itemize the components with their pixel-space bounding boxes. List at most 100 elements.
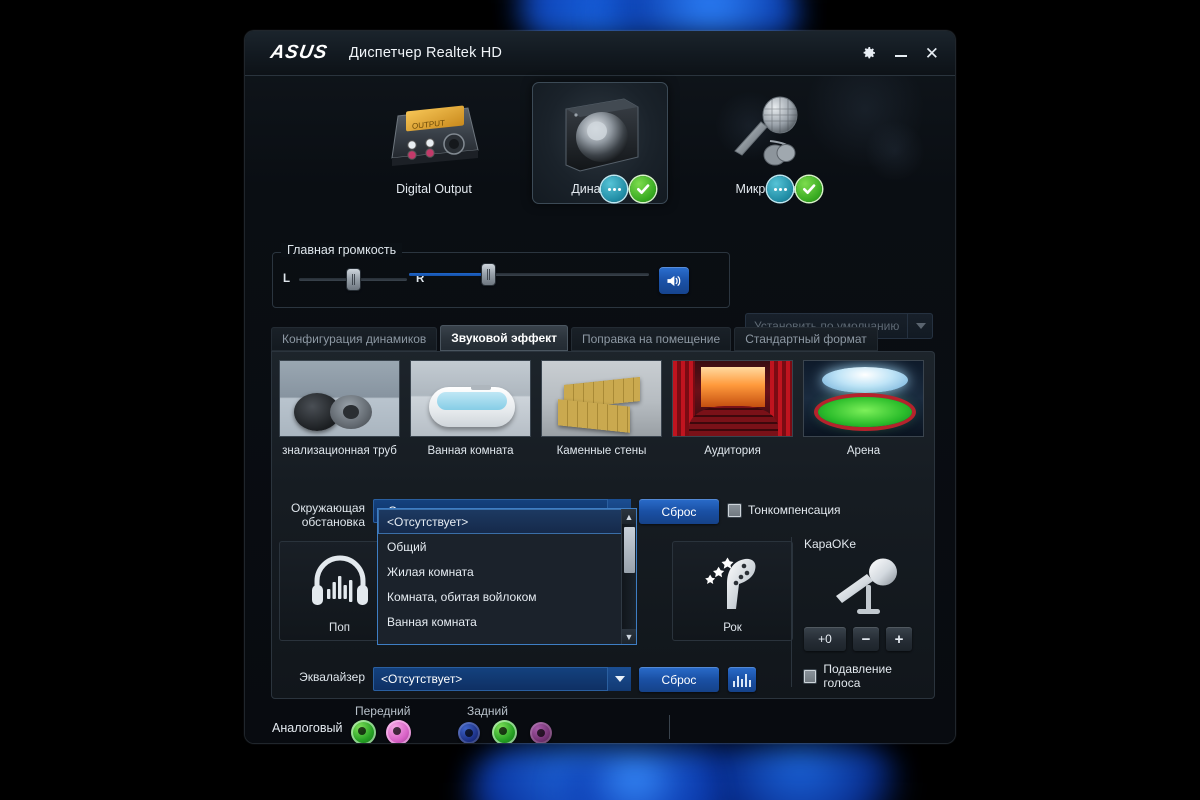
karaoke-title: KapaOKe xyxy=(804,537,857,551)
balance-track[interactable] xyxy=(299,268,408,290)
dropdown-item[interactable]: Ванная комната xyxy=(378,609,636,634)
master-volume-title: Главная громкость xyxy=(281,243,403,257)
speaker-icon xyxy=(532,90,668,182)
front-green-jack[interactable] xyxy=(351,720,376,743)
tab-default-format[interactable]: Стандартный формат xyxy=(734,327,878,351)
tab-label: Стандартный формат xyxy=(745,332,867,346)
chevron-down-icon[interactable] xyxy=(907,313,933,339)
equalizer-reset-button[interactable]: Сброс xyxy=(639,667,719,692)
tab-sound-effect[interactable]: Звуковой эффект xyxy=(440,325,568,351)
device-digital-output[interactable]: OUTPUT Digital Output xyxy=(366,82,502,204)
title-bar: ASUS Диспетчер Realtek HD ✕ xyxy=(245,31,955,76)
environment-thumb-label: Аудитория xyxy=(704,445,761,457)
chat-badge-icon xyxy=(767,176,793,202)
equalizer-bars-icon[interactable] xyxy=(728,667,756,692)
tab-bar: Конфигурация динамиков Звуковой эффект П… xyxy=(271,325,878,351)
environment-thumb-arena[interactable]: Арена xyxy=(803,360,924,457)
close-icon[interactable]: ✕ xyxy=(925,45,939,62)
auditorium-art xyxy=(672,360,793,437)
stone-walls-art xyxy=(541,360,662,437)
loudness-equalization-label: Тонкомпенсация xyxy=(748,503,841,517)
rear-panel-label: Задний xyxy=(467,704,508,718)
loudness-equalization-checkbox[interactable]: Тонкомпенсация xyxy=(728,503,841,517)
environment-thumb-label: Арена xyxy=(846,445,881,457)
sewer-pipe-art xyxy=(279,360,400,437)
minimize-icon[interactable] xyxy=(894,46,908,60)
equalizer-combobox[interactable]: <Отсутствует> xyxy=(373,667,631,691)
check-badge-icon xyxy=(796,176,822,202)
volume-thumb[interactable] xyxy=(481,264,495,285)
rear-purple-jack[interactable] xyxy=(530,722,552,743)
desktop-background: ASUS Диспетчер Realtek HD ✕ OUTPUT Digit… xyxy=(0,0,1200,800)
environment-thumb-label: Каменные стены xyxy=(556,445,647,457)
tab-label: Звуковой эффект xyxy=(451,331,557,345)
device-label: Digital Output xyxy=(396,182,472,196)
scroll-down-icon[interactable]: ▼ xyxy=(622,629,636,644)
window-controls: ✕ xyxy=(861,45,939,62)
connector-panel: Аналоговый Передний Задний xyxy=(245,704,955,743)
arena-art xyxy=(803,360,924,437)
checkbox-box[interactable] xyxy=(728,503,741,517)
equalizer-controls-row: Эквалайзер <Отсутствует> Сброс xyxy=(279,665,927,693)
environment-thumb-bathroom[interactable]: Ванная комната xyxy=(410,360,531,457)
dropdown-scrollbar[interactable]: ▲ ▼ xyxy=(621,509,636,644)
panel-divider xyxy=(669,715,670,739)
equalizer-label: Эквалайзер xyxy=(299,670,365,684)
scroll-up-icon[interactable]: ▲ xyxy=(622,509,636,524)
equalizer-reset-label: Сброс xyxy=(661,672,697,687)
karaoke-pitch-value[interactable]: +0 xyxy=(804,627,846,651)
rear-blue-jack[interactable] xyxy=(458,722,480,743)
window-title: Диспетчер Realtek HD xyxy=(349,45,503,61)
microphone-icon xyxy=(698,90,834,182)
rear-green-jack[interactable] xyxy=(492,720,517,743)
chat-badge-icon xyxy=(601,176,627,202)
balance-left-label: L xyxy=(283,273,291,285)
volume-track[interactable] xyxy=(409,264,649,285)
front-panel-label: Передний xyxy=(355,704,411,718)
analog-label: Аналоговый xyxy=(272,721,343,735)
gear-icon[interactable] xyxy=(861,45,877,61)
digital-output-icon: OUTPUT xyxy=(366,90,502,182)
environment-thumb-sewer-pipe[interactable]: знализационная труб xyxy=(279,360,400,457)
device-badges xyxy=(601,176,656,202)
karaoke-pitch-decrease-button[interactable]: − xyxy=(853,627,879,651)
eq-preset-rock[interactable]: Рок xyxy=(672,541,793,641)
balance-thumb[interactable] xyxy=(346,268,360,290)
volume-fill xyxy=(409,273,489,276)
dropdown-item[interactable]: Общий xyxy=(378,534,636,559)
equalizer-combobox-value: <Отсутствует> xyxy=(381,672,463,686)
front-pink-jack[interactable] xyxy=(386,720,411,743)
volume-slider[interactable] xyxy=(409,264,649,285)
tab-label: Конфигурация динамиков xyxy=(282,332,427,346)
tab-room-correction[interactable]: Поправка на помещение xyxy=(571,327,732,351)
device-microphone[interactable]: Микрофон xyxy=(698,82,834,204)
device-speakers[interactable]: Динамики xyxy=(532,82,668,204)
dropdown-item[interactable]: <Отсутствует> xyxy=(378,509,636,534)
device-selector: OUTPUT Digital Output Динамики Микрофон xyxy=(245,82,955,222)
device-badges xyxy=(767,176,822,202)
dropdown-item[interactable]: Комната, обитая войлоком xyxy=(378,584,636,609)
environment-thumb-auditorium[interactable]: Аудитория xyxy=(672,360,793,457)
karaoke-pitch-controls: +0 − + xyxy=(804,627,927,651)
mute-button[interactable] xyxy=(659,267,689,294)
chevron-down-icon[interactable] xyxy=(607,667,631,691)
scrollbar-thumb[interactable] xyxy=(624,527,635,573)
balance-slider[interactable]: L R xyxy=(283,268,424,290)
dropdown-item-partial[interactable] xyxy=(378,634,636,644)
environment-thumb-label: знализационная труб xyxy=(282,445,397,457)
environment-thumbnail-row: знализационная труб Ванная комната Камен… xyxy=(279,360,924,457)
tab-speaker-configuration[interactable]: Конфигурация динамиков xyxy=(271,327,438,351)
headphones-icon xyxy=(309,541,371,622)
master-volume-group: Главная громкость L R xyxy=(272,243,730,308)
environment-reset-label: Сброс xyxy=(661,504,697,519)
environment-reset-button[interactable]: Сброс xyxy=(639,499,719,524)
karaoke-pitch-increase-button[interactable]: + xyxy=(886,627,912,651)
dropdown-item[interactable]: Жилая комната xyxy=(378,559,636,584)
environment-dropdown-list[interactable]: <Отсутствует> Общий Жилая комната Комнат… xyxy=(378,509,636,644)
environment-thumb-label: Ванная комната xyxy=(427,445,514,457)
environment-thumb-stone-walls[interactable]: Каменные стены xyxy=(541,360,662,457)
eq-preset-label: Рок xyxy=(723,622,742,634)
environment-label: Окружающая обстановка xyxy=(290,501,365,529)
bathroom-art xyxy=(410,360,531,437)
realtek-hd-audio-manager-window: ASUS Диспетчер Realtek HD ✕ OUTPUT Digit… xyxy=(245,31,955,743)
